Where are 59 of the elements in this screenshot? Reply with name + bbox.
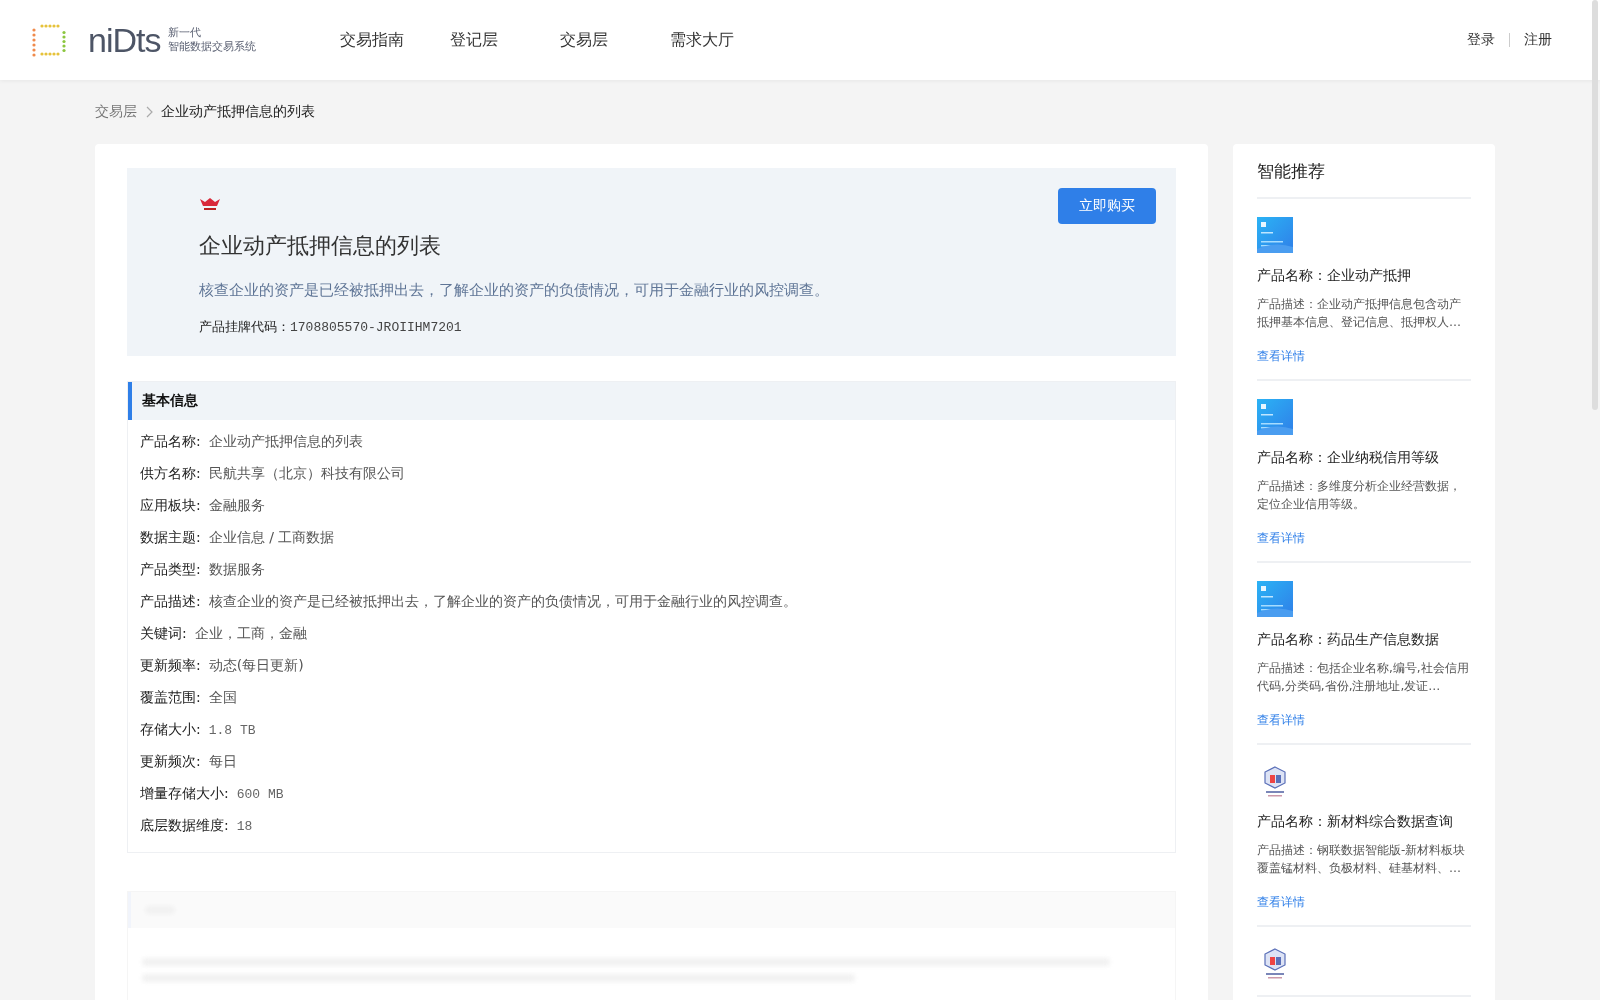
buy-button[interactable]: 立即购买 xyxy=(1058,188,1156,224)
field-label: 产品描述: xyxy=(140,593,201,611)
code-label: 产品挂牌代码： xyxy=(199,319,290,334)
field-value: 企业信息 / 工商数据 xyxy=(208,529,335,547)
field-value: 1.8 TB xyxy=(208,722,256,738)
product-name: 产品名称：企业纳税信用等级 xyxy=(1257,449,1440,467)
section-title: 基本信息 xyxy=(142,392,198,410)
breadcrumb-link[interactable]: 企业动产抵押信息的列表 xyxy=(161,103,315,121)
logo-tagline: 新一代 xyxy=(168,26,203,40)
details-link[interactable]: 查看详情 xyxy=(1257,713,1305,727)
field-value: 民航共享（北京）科技有限公司 xyxy=(208,465,405,483)
nav-link[interactable]: 交易层 xyxy=(560,29,670,51)
emblem-icon xyxy=(199,197,221,211)
nav-link[interactable]: 交易指南 xyxy=(340,29,450,51)
field-label: 产品类型: xyxy=(140,561,201,579)
product-description: 产品描述：多维度分析企业经营数据，定位企业信用等级。 xyxy=(1257,478,1462,513)
field-value: 18 xyxy=(236,818,253,834)
field-label: 存储大小: xyxy=(140,721,201,739)
product-name: 产品名称：企业动产抵押 xyxy=(1257,267,1412,285)
product-name: 产品名称：新材料综合数据查询 xyxy=(1257,813,1454,831)
details-link[interactable]: 查看详情 xyxy=(1257,531,1305,545)
field-value: 动态(每日更新) xyxy=(208,657,304,675)
details-link[interactable]: 查看详情 xyxy=(1257,895,1305,909)
field-label: 更新频次: xyxy=(140,753,201,771)
field-value: 600 MB xyxy=(236,786,284,802)
product-title: 企业动产抵押信息的列表 xyxy=(199,232,442,260)
field-label: 底层数据维度: xyxy=(140,817,229,835)
product-description: 产品描述：包括企业名称,编号,社会信用代码,分类码,省份,注册地址,发证… xyxy=(1257,660,1470,695)
field-label: 增量存储大小: xyxy=(140,785,229,803)
auth-link[interactable]: 注册 xyxy=(1524,31,1552,49)
field-value: 核查企业的资产是已经被抵押出去，了解企业的资产的负债情况，可用于金融行业的风控调查。 xyxy=(208,593,797,611)
logo-tagline: 智能数据交易系统 xyxy=(168,40,257,54)
field-label: 数据主题: xyxy=(140,529,201,547)
nav-link[interactable]: 登记层 xyxy=(450,29,560,51)
field-label: 关键词: xyxy=(140,625,187,643)
product-summary: 核查企业的资产是已经被抵押出去，了解企业的资产的负债情况，可用于金融行业的风控调查。 xyxy=(199,281,830,300)
recommend-title: 智能推荐 xyxy=(1257,144,1471,199)
logo-wordmark: niDts xyxy=(88,20,161,60)
field-value: 金融服务 xyxy=(208,497,265,515)
field-label: 产品名称: xyxy=(140,433,201,451)
field-value: 每日 xyxy=(208,753,237,771)
field-value: 全国 xyxy=(208,689,237,707)
chevron-icon xyxy=(145,106,153,118)
product-description: 产品描述：企业动产抵押信息包含动产抵押基本信息、登记信息、抵押权人… xyxy=(1257,296,1462,331)
field-label: 应用板块: xyxy=(140,497,201,515)
field-label: 更新频率: xyxy=(140,657,201,675)
nav-link[interactable]: 需求大厅 xyxy=(670,29,780,51)
product-name: 产品名称：药品生产信息数据 xyxy=(1257,631,1440,649)
auth-link[interactable]: 登录 xyxy=(1467,31,1495,49)
scrollbar[interactable] xyxy=(1592,0,1598,410)
field-value: 数据服务 xyxy=(208,561,265,579)
field-label: 供方名称: xyxy=(140,465,201,483)
code-value: 1708805570-JROIIHM7201 xyxy=(290,320,462,335)
field-value: 企业，工商，金融 xyxy=(194,625,307,643)
field-value: 企业动产抵押信息的列表 xyxy=(208,433,363,451)
breadcrumb-link[interactable]: 交易层 xyxy=(95,103,137,121)
product-description: 产品描述：钢联数据智能版-新材料板块覆盖锰材料、负极材料、硅基材料、… xyxy=(1257,842,1467,877)
field-label: 覆盖范围: xyxy=(140,689,201,707)
details-link[interactable]: 查看详情 xyxy=(1257,349,1305,363)
